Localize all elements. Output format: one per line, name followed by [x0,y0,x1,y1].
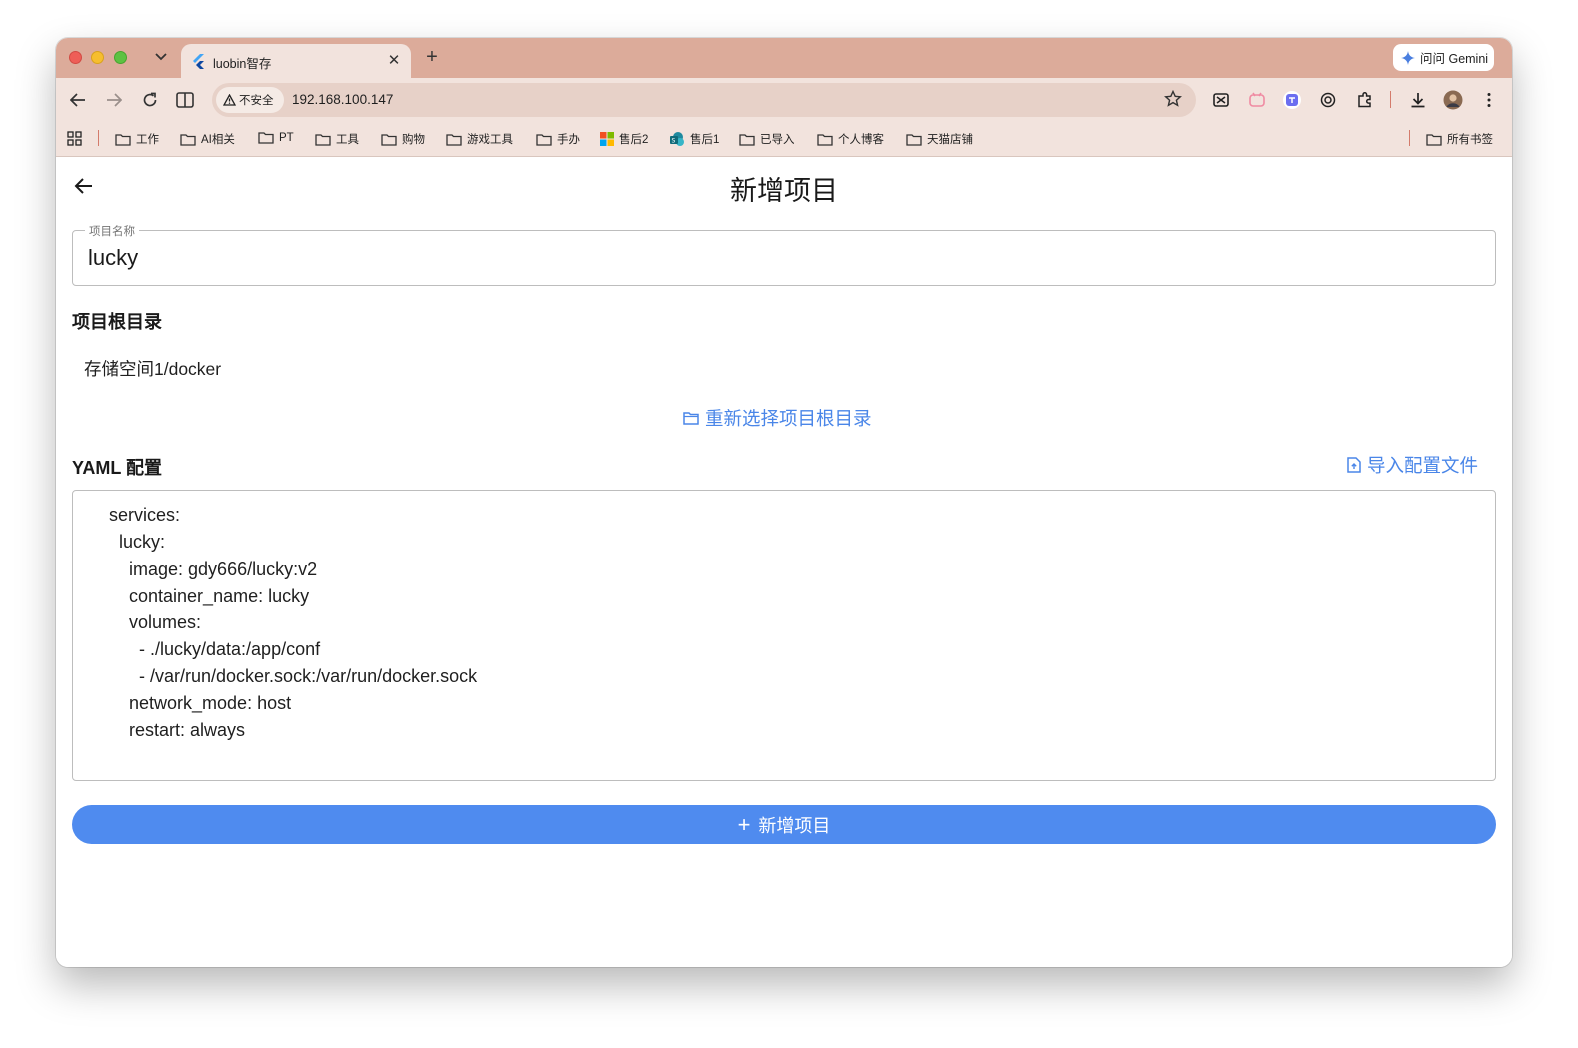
minimize-window-button[interactable] [91,51,104,64]
folder-icon [381,133,397,146]
folder-icon [1426,133,1442,146]
close-tab-icon[interactable]: ✕ [385,51,403,69]
gemini-label: 问问 Gemini [1420,52,1489,66]
folder-icon [180,133,196,146]
tab-title: luobin智存 [213,57,272,71]
browser-toolbar: 不安全 192.168.100.147 [56,78,1512,121]
bookmark-folder-shopping[interactable]: 购物 [381,131,425,147]
extensions-puzzle-icon[interactable] [1355,90,1375,110]
project-name-field[interactable]: 项目名称 lucky [72,223,1496,286]
microsoft-logo-icon [600,132,614,146]
security-label: 不安全 [239,95,274,107]
all-bookmarks-folder[interactable]: 所有书签 [1426,131,1493,147]
tab-search-chevron-icon[interactable] [152,48,170,66]
yaml-editor[interactable]: services: lucky: image: gdy666/lucky:v2 … [72,490,1496,781]
yaml-line: volumes: [109,612,202,632]
flutter-favicon-icon [191,53,207,69]
apps-grid-icon[interactable] [67,131,82,146]
bookmark-separator [1409,130,1410,146]
add-project-button[interactable]: + 新增项目 [72,805,1496,844]
folder-icon [683,412,699,425]
browser-menu-icon[interactable] [1479,90,1499,110]
reselect-root-dir-label: 重新选择项目根目录 [705,408,872,429]
bookmark-folder-ai[interactable]: AI相关 [180,131,235,147]
gemini-sparkle-icon [1401,50,1415,65]
bookmark-separator [98,130,99,146]
folder-icon [739,133,755,146]
sharepoint-logo-icon: S [670,132,684,146]
yaml-line: container_name: lucky [109,586,310,606]
browser-window: luobin智存 ✕ + 问问 Gemini 不安全 192.168.100.1… [56,38,1512,967]
bookmark-folder-blog[interactable]: 个人博客 [817,131,884,147]
root-dir-path: 存储空间1/docker [84,359,222,379]
warning-icon [223,94,236,106]
active-tab[interactable]: luobin智存 ✕ [181,44,411,78]
bookmark-aftersales-2[interactable]: 售后2 [600,131,648,147]
bookmark-star-icon[interactable] [1164,89,1182,113]
plus-icon: + [737,811,751,837]
profile-avatar-icon[interactable] [1443,90,1463,110]
import-config-label: 导入配置文件 [1367,455,1479,476]
page-content: 新增项目 项目名称 lucky 项目根目录 存储空间1/docker 重新选择项… [56,158,1512,967]
file-upload-icon [1347,457,1361,473]
yaml-line: image: gdy666/lucky:v2 [109,559,318,579]
reselect-root-dir-button[interactable]: 重新选择项目根目录 [683,405,872,431]
bookmark-folder-tools[interactable]: 工具 [315,131,359,147]
folder-icon [446,133,462,146]
bookmarks-bar: 工作 AI相关 PT 工具 购物 游戏工具 手办 售后2 S 售后1 已导入 个… [56,121,1512,157]
bookmark-folder-pt[interactable]: PT [258,131,294,144]
folder-icon [536,133,552,146]
bookmark-aftersales-1[interactable]: S 售后1 [669,131,719,147]
translate-extension-icon[interactable] [1282,90,1302,110]
reload-icon[interactable] [140,90,160,110]
svg-text:S: S [672,138,676,145]
gemini-button[interactable]: 问问 Gemini [1393,44,1494,71]
yaml-line: - ./lucky/data:/app/conf [109,639,321,659]
toolbar-separator [1390,91,1391,108]
downloads-icon[interactable] [1408,90,1428,110]
bookmark-folder-tmall[interactable]: 天猫店铺 [906,131,973,147]
yaml-line: - /var/run/docker.sock:/var/run/docker.s… [109,666,478,686]
project-name-label: 项目名称 [85,223,139,239]
root-dir-section-title: 项目根目录 [72,312,162,332]
back-nav-icon[interactable] [68,90,88,110]
yaml-line: network_mode: host [109,693,292,713]
openai-extension-icon[interactable] [1318,90,1338,110]
yaml-line: restart: always [109,720,246,740]
bookmark-folder-figures[interactable]: 手办 [536,131,580,147]
site-info-chip[interactable]: 不安全 [216,87,284,113]
maximize-window-button[interactable] [114,51,127,64]
folder-icon [906,133,922,146]
split-view-icon[interactable] [175,90,195,110]
forward-nav-icon[interactable] [104,90,124,110]
add-project-label: 新增项目 [758,815,831,836]
tab-strip: luobin智存 ✕ + 问问 Gemini [56,38,1512,78]
folder-icon [115,133,131,146]
folder-icon [315,133,331,146]
yaml-section-title: YAML 配置 [72,458,163,478]
yaml-line: lucky: [109,532,166,552]
address-bar[interactable]: 不安全 192.168.100.147 [212,83,1196,117]
page-title: 新增项目 [730,176,838,206]
project-name-value[interactable]: lucky [88,245,138,271]
bookmark-folder-work[interactable]: 工作 [115,131,159,147]
folder-icon [258,132,274,144]
close-window-button[interactable] [69,51,82,64]
folder-icon [817,133,833,146]
bookmark-folder-game-tools[interactable]: 游戏工具 [446,131,513,147]
url-text[interactable]: 192.168.100.147 [292,92,393,107]
bookmark-folder-imported[interactable]: 已导入 [739,131,795,147]
screenshot-extension-icon[interactable] [1211,90,1231,110]
new-tab-button[interactable]: + [422,46,442,68]
yaml-line: services: [109,505,181,525]
pink-extension-icon[interactable] [1247,90,1267,110]
import-config-button[interactable]: 导入配置文件 [1347,452,1478,478]
